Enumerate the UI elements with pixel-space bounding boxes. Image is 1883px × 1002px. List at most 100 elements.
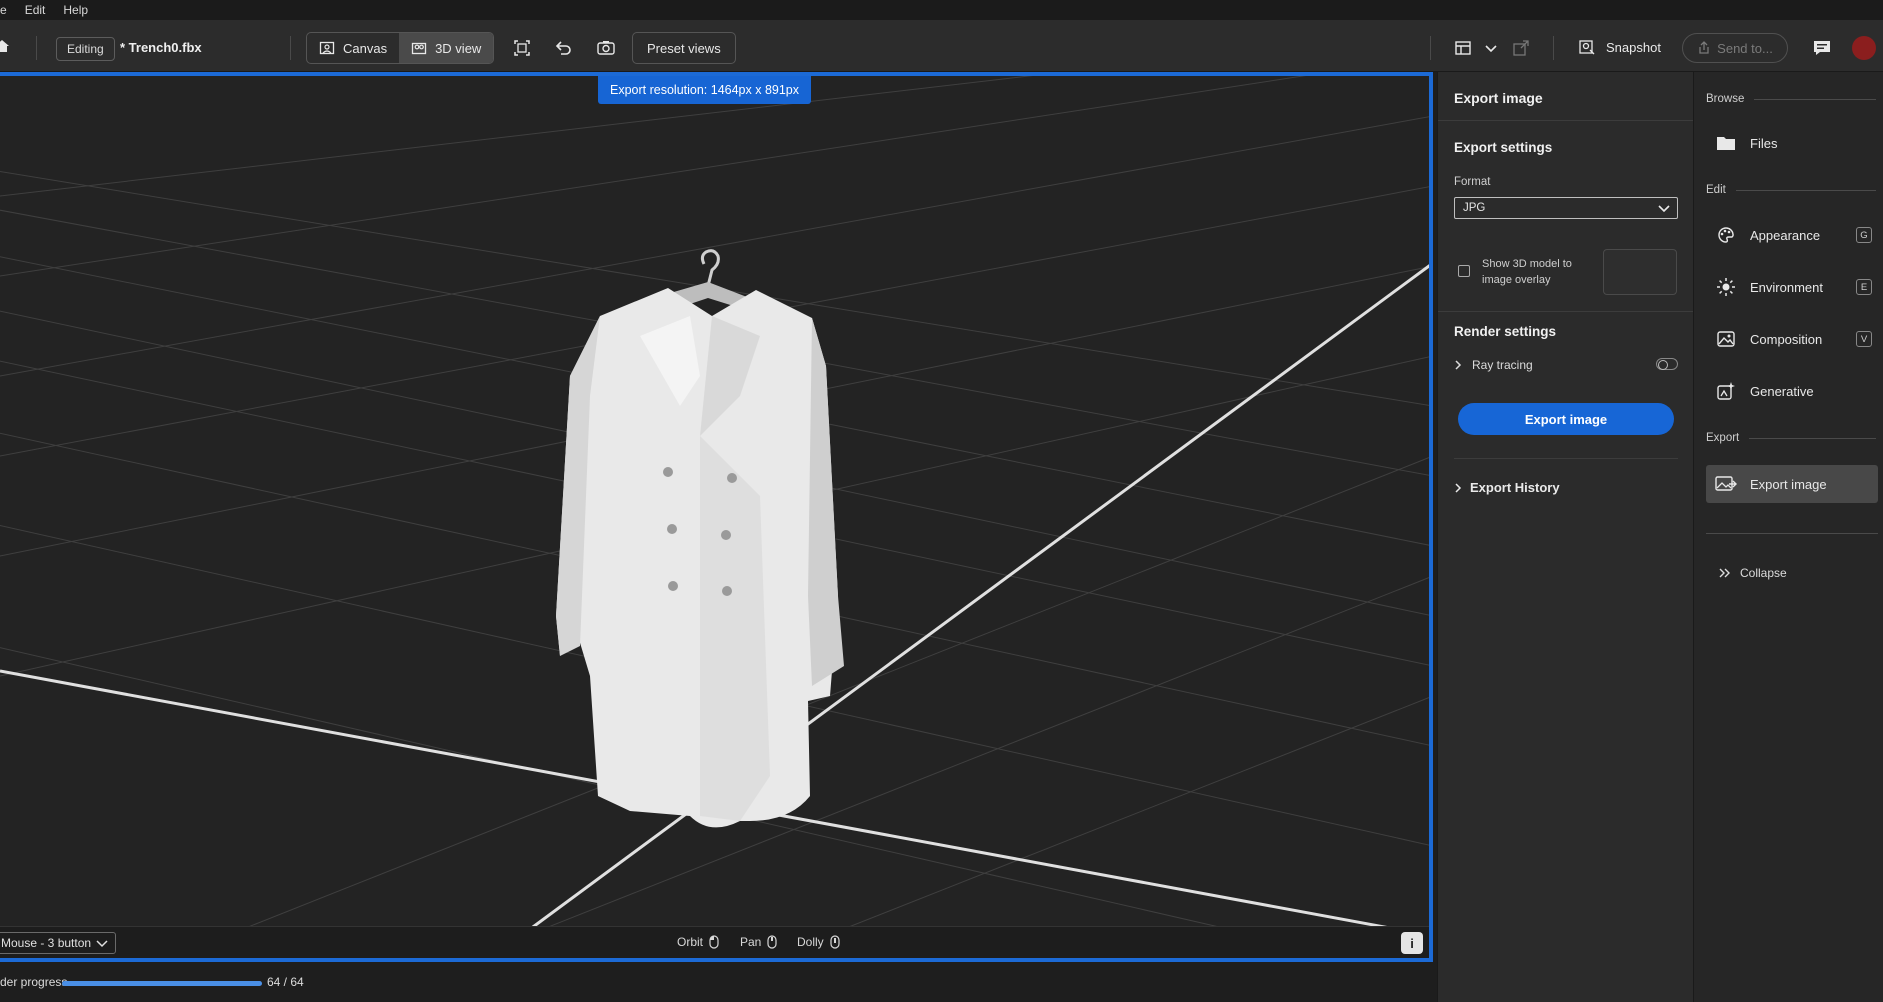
input-mode-select[interactable]: Mouse - 3 button xyxy=(0,932,116,954)
render-settings-heading: Render settings xyxy=(1454,324,1557,339)
menu-edit[interactable]: Edit xyxy=(25,3,46,17)
sidebar-group-export: Export xyxy=(1706,431,1876,445)
3d-view-button[interactable]: 3D view xyxy=(399,33,494,63)
trench-coat-model xyxy=(556,249,844,828)
mouse-left-icon xyxy=(709,935,719,949)
frame-icon[interactable] xyxy=(512,38,532,58)
sidebar-item-label: Generative xyxy=(1750,383,1814,399)
pan-hint: Pan xyxy=(740,935,777,949)
export-image-panel: Export image Export settings Format JPG … xyxy=(1437,72,1694,1002)
view-mode-switch: Canvas 3D view xyxy=(306,32,495,64)
panel-divider xyxy=(1438,311,1694,312)
overlay-checkbox[interactable] xyxy=(1458,265,1470,277)
editing-badge[interactable]: Editing xyxy=(56,37,115,61)
sidebar-item-label: Export image xyxy=(1750,476,1827,492)
share-icon xyxy=(1699,41,1709,54)
shortcut-badge: V xyxy=(1856,331,1872,347)
overlay-label: Show 3D model to image overlay xyxy=(1482,258,1572,286)
chat-icon[interactable] xyxy=(1812,38,1832,58)
mouse-middle-icon xyxy=(767,935,777,949)
format-select[interactable]: JPG xyxy=(1454,197,1678,219)
toolbar-divider xyxy=(1553,36,1554,60)
ray-tracing-label: Ray tracing xyxy=(1472,358,1533,372)
composition-icon xyxy=(1714,329,1738,349)
palette-icon xyxy=(1714,225,1738,245)
ground-grid xyxy=(0,76,1429,958)
render-progress-bar xyxy=(62,981,262,986)
snapshot-label: Snapshot xyxy=(1606,39,1661,55)
dolly-hint: Dolly xyxy=(797,935,840,949)
ray-tracing-row[interactable]: Ray tracing xyxy=(1454,358,1678,372)
sidebar-item-label: Files xyxy=(1750,135,1778,151)
sidebar-item-export-image[interactable]: Export image xyxy=(1706,465,1878,503)
toolbar-divider xyxy=(36,36,37,60)
snapshot-icon xyxy=(1579,40,1595,55)
chevron-down-icon[interactable] xyxy=(1483,38,1503,58)
export-settings-heading: Export settings xyxy=(1454,140,1553,155)
ray-tracing-toggle[interactable] xyxy=(1656,358,1678,370)
viewport-navigation-bar: Mouse - 3 button Orbit Pan Dolly i xyxy=(0,926,1429,958)
3d-view-label: 3D view xyxy=(435,40,482,56)
chevron-right-icon xyxy=(1455,360,1462,370)
render-progress-fill xyxy=(62,981,262,986)
send-to-button[interactable]: Send to... xyxy=(1682,33,1788,63)
export-image-icon xyxy=(1714,474,1738,494)
send-to-label: Send to... xyxy=(1717,40,1773,56)
sidebar-item-environment[interactable]: Environment E xyxy=(1706,268,1878,306)
generative-icon xyxy=(1714,381,1738,401)
panel-divider xyxy=(1454,458,1678,459)
layout-icon[interactable] xyxy=(1454,38,1474,58)
sun-icon xyxy=(1714,277,1738,297)
sidebar-divider xyxy=(1706,533,1878,534)
menu-file[interactable]: e xyxy=(0,3,7,17)
export-resolution-badge: Export resolution: 1464px x 891px xyxy=(598,76,812,104)
menu-help[interactable]: Help xyxy=(63,3,88,17)
export-history-row[interactable]: Export History xyxy=(1454,480,1560,495)
camera-settings-icon[interactable] xyxy=(596,38,616,58)
menu-bar: e Edit Help xyxy=(0,0,1883,20)
open-external-icon[interactable] xyxy=(1512,38,1532,58)
input-mode-value: Mouse - 3 button xyxy=(1,936,92,950)
canvas-button[interactable]: Canvas xyxy=(307,33,399,63)
double-chevron-right-icon xyxy=(1719,568,1730,578)
sidebar-item-label: Appearance xyxy=(1750,227,1821,243)
sidebar-group-browse: Browse xyxy=(1706,92,1876,106)
format-label: Format xyxy=(1454,176,1491,188)
right-sidebar: Browse Files Edit Appearance G Environme… xyxy=(1693,72,1883,1002)
canvas-label: Canvas xyxy=(343,40,388,56)
toolbar-divider xyxy=(1430,36,1431,60)
canvas-icon xyxy=(319,41,335,55)
folder-icon xyxy=(1714,134,1738,152)
sidebar-item-composition[interactable]: Composition V xyxy=(1706,320,1878,358)
chevron-right-icon xyxy=(1455,482,1462,493)
orbit-hint: Orbit xyxy=(677,935,719,949)
overlay-thumbnail[interactable] xyxy=(1603,249,1677,295)
sidebar-item-generative[interactable]: Generative xyxy=(1706,372,1878,410)
sidebar-item-appearance[interactable]: Appearance G xyxy=(1706,216,1878,254)
chevron-down-icon xyxy=(1658,205,1670,213)
panel-title: Export image xyxy=(1454,90,1543,106)
sidebar-item-files[interactable]: Files xyxy=(1706,124,1878,162)
format-value: JPG xyxy=(1463,202,1486,214)
render-progress-label: der progress xyxy=(0,975,68,989)
main-toolbar: Editing * Trench0.fbx Canvas 3D view Pre… xyxy=(0,20,1883,72)
sidebar-item-label: Composition xyxy=(1750,331,1823,347)
chevron-down-icon xyxy=(96,940,108,948)
document-title: * Trench0.fbx xyxy=(120,40,202,55)
3d-viewport[interactable]: Export resolution: 1464px x 891px Mouse … xyxy=(0,72,1433,962)
preset-views-button[interactable]: Preset views xyxy=(632,32,736,64)
info-button[interactable]: i xyxy=(1401,932,1423,954)
3d-view-icon xyxy=(411,42,427,55)
home-icon[interactable] xyxy=(0,38,10,54)
shortcut-badge: G xyxy=(1856,227,1872,243)
shortcut-badge: E xyxy=(1856,279,1872,295)
mouse-scroll-icon xyxy=(830,935,840,949)
export-image-button[interactable]: Export image xyxy=(1458,403,1674,435)
status-bar: der progress 64 / 64 xyxy=(0,962,1437,1002)
avatar[interactable] xyxy=(1852,36,1876,60)
undo-icon[interactable] xyxy=(553,38,573,58)
sidebar-item-label: Environment xyxy=(1750,279,1823,295)
toolbar-divider xyxy=(290,36,291,60)
snapshot-button[interactable]: Snapshot xyxy=(1578,38,1661,56)
collapse-button[interactable]: Collapse xyxy=(1718,566,1787,580)
